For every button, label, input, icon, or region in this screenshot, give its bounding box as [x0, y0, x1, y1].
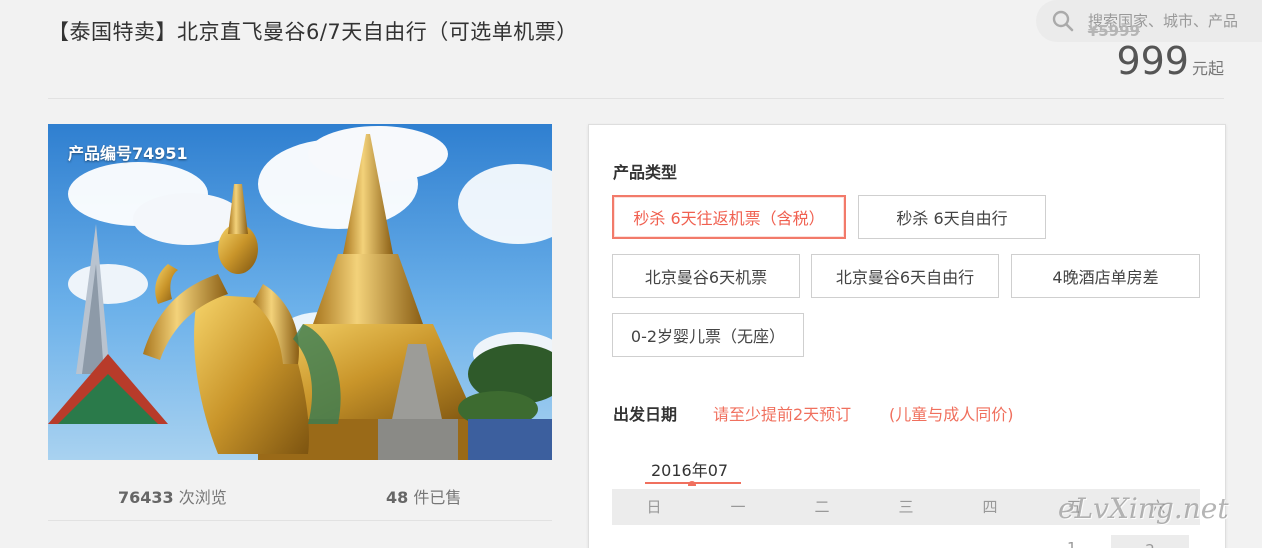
- product-title: 【泰国特卖】北京直飞曼谷6/7天自由行（可选单机票）: [48, 20, 578, 44]
- product-image: [48, 124, 552, 460]
- original-price: ¥5999: [1087, 22, 1140, 40]
- price-unit: 元起: [1191, 59, 1224, 78]
- search-box[interactable]: 搜索国家、城市、产品: [1036, 0, 1262, 42]
- watermark: eLvXing.net: [1058, 492, 1229, 525]
- child-price-note: (儿童与成人同价): [889, 405, 1014, 424]
- option-infant-ticket[interactable]: 0-2岁婴儿票（无座）: [612, 313, 804, 357]
- current-price: 999 元起: [1116, 42, 1224, 80]
- month-indicator: [688, 481, 696, 486]
- sold-stat: 48 件已售: [386, 484, 461, 508]
- option-beijing-bangkok-ticket[interactable]: 北京曼谷6天机票: [612, 254, 800, 298]
- views-label: 次浏览: [178, 488, 227, 507]
- divider: [48, 98, 1224, 99]
- departure-date-title: 出发日期: [613, 405, 678, 424]
- calendar-day[interactable]: 1: [1067, 539, 1077, 548]
- sold-count: 48: [386, 488, 409, 507]
- product-id-label: 产品编号74951: [68, 144, 188, 163]
- sold-label: 件已售: [413, 488, 462, 507]
- views-stat: 76433 次浏览: [118, 484, 227, 508]
- price-value: 999: [1116, 39, 1189, 83]
- option-beijing-bangkok-free-travel[interactable]: 北京曼谷6天自由行: [811, 254, 999, 298]
- option-flash-roundtrip-ticket[interactable]: 秒杀 6天往返机票（含税）: [612, 195, 846, 239]
- advance-booking-note: 请至少提前2天预订: [713, 405, 852, 424]
- calendar-month-tab[interactable]: 2016年07: [651, 457, 728, 481]
- divider: [48, 520, 552, 521]
- weekday-mon: 一: [730, 498, 746, 516]
- page: 【泰国特卖】北京直飞曼谷6/7天自由行（可选单机票） 搜索国家、城市、产品 ¥5…: [0, 0, 1262, 548]
- weekday-thu: 四: [982, 498, 998, 516]
- product-type-title: 产品类型: [613, 163, 678, 182]
- weekday-wed: 三: [898, 498, 914, 516]
- search-icon[interactable]: [1052, 10, 1074, 32]
- option-single-room-supplement[interactable]: 4晚酒店单房差: [1011, 254, 1200, 298]
- option-flash-free-travel[interactable]: 秒杀 6天自由行: [858, 195, 1046, 239]
- weekday-sun: 日: [646, 498, 662, 516]
- weekday-tue: 二: [814, 498, 830, 516]
- views-count: 76433: [118, 488, 174, 507]
- calendar-day[interactable]: 2: [1111, 535, 1189, 548]
- booking-panel: 产品类型 秒杀 6天往返机票（含税） 秒杀 6天自由行 北京曼谷6天机票 北京曼…: [588, 124, 1226, 548]
